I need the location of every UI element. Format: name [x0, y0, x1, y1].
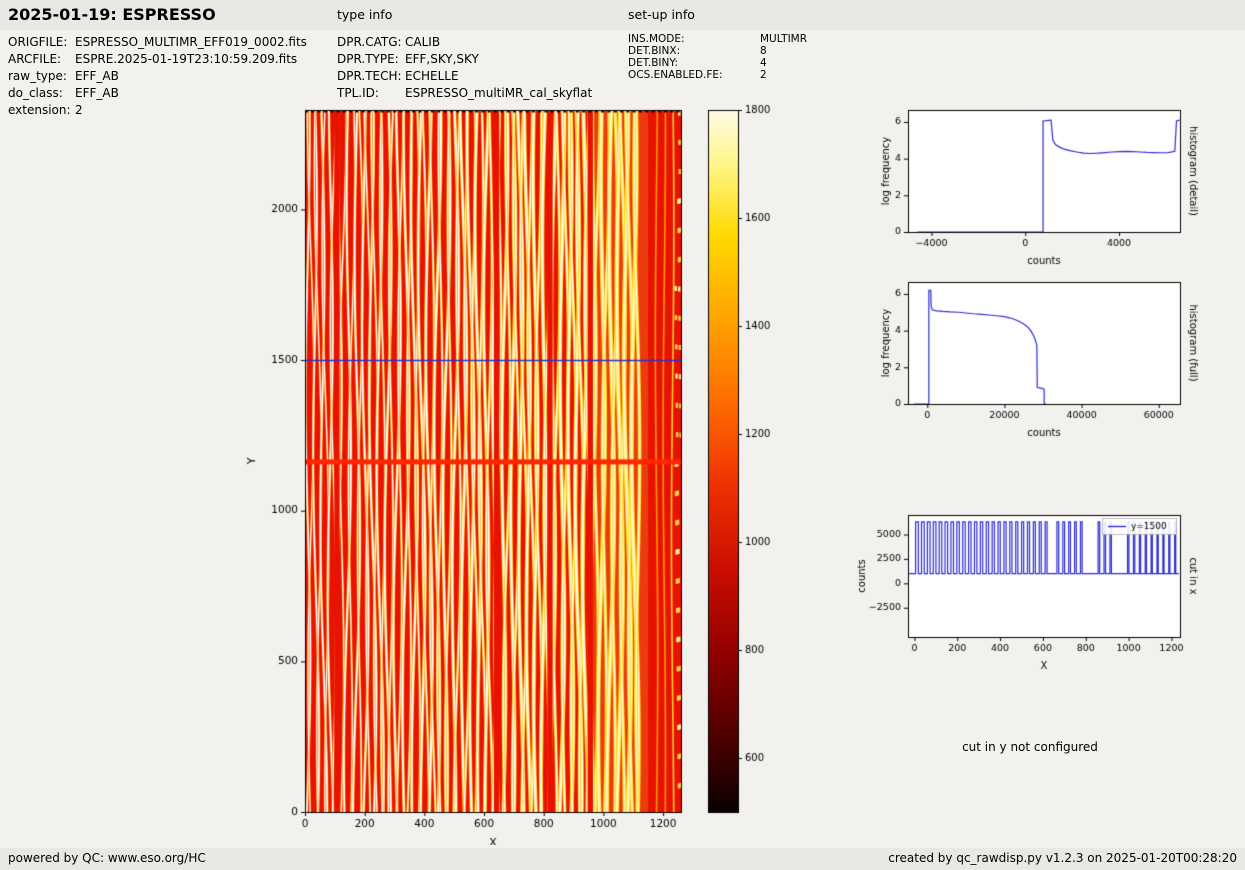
file-info-row: ARCFILE:ESPRE.2025-01-19T23:10:59.209.fi…	[8, 51, 307, 68]
det-biny-value: 4	[760, 57, 767, 69]
histogram-full-plot	[855, 272, 1205, 467]
dpr-tech-value: ECHELLE	[405, 69, 459, 83]
origfile-value: ESPRESSO_MULTIMR_EFF019_0002.fits	[75, 35, 307, 49]
det-biny-label: DET.BINY:	[628, 57, 760, 69]
arcfile-value: ESPRE.2025-01-19T23:10:59.209.fits	[75, 52, 297, 66]
dpr-catg-value: CALIB	[405, 35, 440, 49]
type-info-row: DPR.CATG:CALIB	[337, 34, 592, 51]
dpr-tech-label: DPR.TECH:	[337, 68, 405, 85]
setup-info-row: OCS.ENABLED.FE:2	[628, 69, 807, 81]
file-info-row: ORIGFILE:ESPRESSO_MULTIMR_EFF019_0002.fi…	[8, 34, 307, 51]
setup-info-block: INS.MODE:MULTIMR DET.BINX:8 DET.BINY:4 O…	[628, 33, 807, 81]
setup-info-row: DET.BINX:8	[628, 45, 807, 57]
det-binx-label: DET.BINX:	[628, 45, 760, 57]
setup-info-row: INS.MODE:MULTIMR	[628, 33, 807, 45]
type-info-row: DPR.TYPE:EFF,SKY,SKY	[337, 51, 592, 68]
extension-value: 2	[75, 103, 83, 117]
extension-label: extension:	[8, 102, 75, 119]
setup-info-row: DET.BINY:4	[628, 57, 807, 69]
setup-info-heading: set-up info	[628, 7, 695, 22]
ins-mode-label: INS.MODE:	[628, 33, 760, 45]
page-title: 2025-01-19: ESPRESSO	[8, 5, 216, 24]
do-class-value: EFF_AB	[75, 86, 119, 100]
footer-created-by: created by qc_rawdisp.py v1.2.3 on 2025-…	[888, 851, 1237, 865]
ocs-enabled-fe-value: 2	[760, 69, 767, 81]
dpr-type-value: EFF,SKY,SKY	[405, 52, 479, 66]
raw-frame-plot	[240, 100, 690, 845]
do-class-label: do_class:	[8, 85, 75, 102]
colorbar	[700, 100, 795, 845]
raw-type-label: raw_type:	[8, 68, 75, 85]
cut-y-note: cut in y not configured	[855, 740, 1205, 754]
arcfile-label: ARCFILE:	[8, 51, 75, 68]
histogram-detail-plot	[855, 100, 1205, 295]
dpr-type-label: DPR.TYPE:	[337, 51, 405, 68]
raw-type-value: EFF_AB	[75, 69, 119, 83]
origfile-label: ORIGFILE:	[8, 34, 75, 51]
file-info-row: raw_type:EFF_AB	[8, 68, 307, 85]
tpl-id-value: ESPRESSO_multiMR_cal_skyflat	[405, 86, 592, 100]
type-info-heading: type info	[337, 7, 392, 22]
footer-powered-by: powered by QC: www.eso.org/HC	[8, 851, 206, 865]
det-binx-value: 8	[760, 45, 767, 57]
type-info-row: DPR.TECH:ECHELLE	[337, 68, 592, 85]
cut-in-x-plot	[855, 505, 1205, 700]
ocs-enabled-fe-label: OCS.ENABLED.FE:	[628, 69, 760, 81]
dpr-catg-label: DPR.CATG:	[337, 34, 405, 51]
type-info-block: DPR.CATG:CALIB DPR.TYPE:EFF,SKY,SKY DPR.…	[337, 34, 592, 102]
ins-mode-value: MULTIMR	[760, 33, 807, 45]
